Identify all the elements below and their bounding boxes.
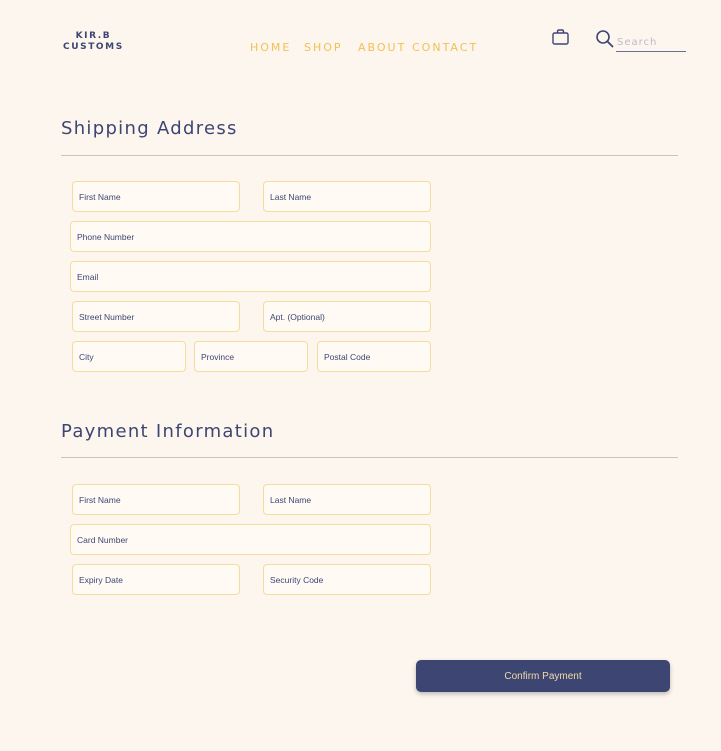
brand-line-2: CUSTOMS: [63, 42, 124, 52]
shipping-postal-code-field[interactable]: [317, 341, 431, 372]
payment-information-title: Payment Information: [61, 421, 275, 442]
shipping-province-field[interactable]: [194, 341, 308, 372]
confirm-payment-button[interactable]: Confirm Payment: [416, 660, 670, 692]
brand-line-1: KIR.B: [75, 31, 112, 41]
shipping-last-name-field[interactable]: [263, 181, 431, 212]
shipping-street-field[interactable]: [72, 301, 240, 332]
shipping-divider: [61, 155, 678, 156]
shipping-city-field[interactable]: [72, 341, 186, 372]
shipping-phone-field[interactable]: [70, 221, 431, 252]
nav-contact-link[interactable]: CONTACT: [412, 41, 478, 54]
brand-logo[interactable]: KIR.B CUSTOMS: [63, 31, 124, 53]
payment-first-name-field[interactable]: [72, 484, 240, 515]
payment-divider: [61, 457, 678, 458]
nav-about-link[interactable]: ABOUT: [358, 41, 406, 54]
shipping-apt-field[interactable]: [263, 301, 431, 332]
search-icon[interactable]: [595, 29, 615, 49]
search-input[interactable]: [616, 34, 686, 52]
payment-card-number-field[interactable]: [70, 524, 431, 555]
shipping-address-title: Shipping Address: [61, 118, 238, 139]
shopping-bag-icon[interactable]: [551, 28, 571, 48]
payment-last-name-field[interactable]: [263, 484, 431, 515]
payment-security-code-field[interactable]: [263, 564, 431, 595]
nav-home-link[interactable]: HOME: [250, 41, 291, 54]
nav-shop-link[interactable]: SHOP: [304, 41, 343, 54]
shipping-email-field[interactable]: [70, 261, 431, 292]
shipping-first-name-field[interactable]: [72, 181, 240, 212]
payment-expiry-date-field[interactable]: [72, 564, 240, 595]
